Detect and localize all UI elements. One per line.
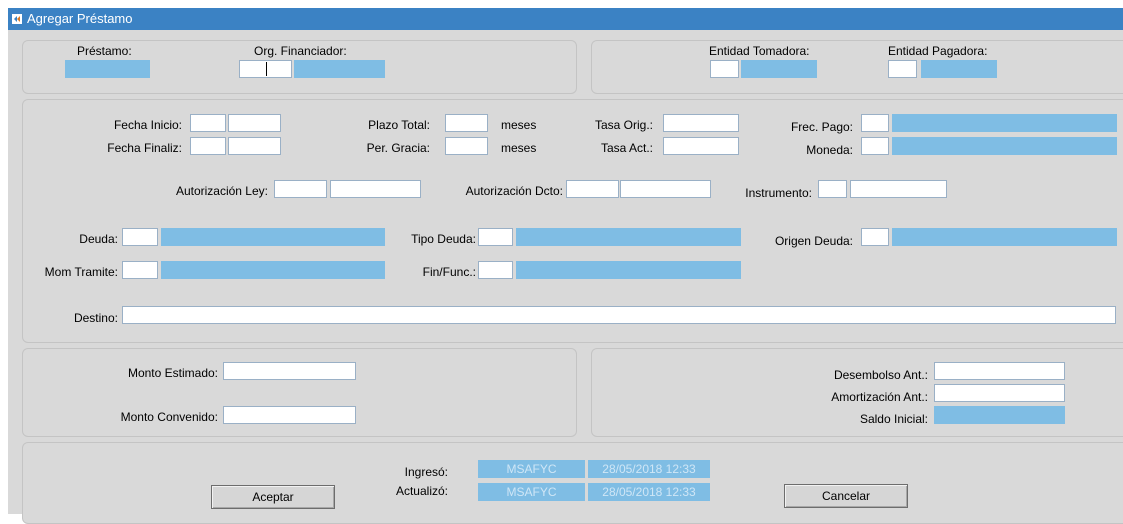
- mom-tramite-label: Mom Tramite:: [44, 265, 118, 279]
- fecha-inicio-date-input[interactable]: [228, 114, 281, 132]
- cancelar-button[interactable]: Cancelar: [784, 484, 908, 508]
- moneda-name-field[interactable]: [892, 137, 1117, 155]
- tasa-act-input[interactable]: [663, 137, 739, 155]
- tasa-orig-label: Tasa Orig.:: [594, 118, 653, 132]
- frec-pago-code-input[interactable]: [861, 114, 889, 132]
- autorizacion-dcto-label: Autorización Dcto:: [465, 184, 563, 198]
- entidad-tomadora-label: Entidad Tomadora:: [709, 44, 810, 58]
- fin-func-label: Fin/Func.:: [422, 265, 476, 279]
- mom-tramite-code-input[interactable]: [122, 261, 158, 279]
- actualizo-user-field: MSAFYC: [478, 483, 585, 501]
- deuda-label: Deuda:: [79, 232, 118, 246]
- moneda-label: Moneda:: [806, 143, 853, 157]
- saldo-inicial-field[interactable]: [934, 406, 1065, 424]
- desembolso-ant-input[interactable]: [934, 362, 1065, 380]
- entidad-tomadora-code-input[interactable]: [710, 60, 739, 78]
- destino-label: Destino:: [73, 311, 118, 325]
- meses-label-1: meses: [501, 118, 537, 132]
- prestamo-label: Préstamo:: [77, 44, 132, 58]
- instrumento-number-input[interactable]: [850, 180, 947, 198]
- autorizacion-dcto-code-input[interactable]: [566, 180, 619, 198]
- deuda-code-input[interactable]: [122, 228, 158, 246]
- ingreso-user-field: MSAFYC: [478, 460, 585, 478]
- origen-deuda-label: Origen Deuda:: [774, 234, 853, 248]
- monto-convenido-input[interactable]: [223, 406, 356, 424]
- frec-pago-name-field[interactable]: [892, 114, 1117, 132]
- autorizacion-ley-number-input[interactable]: [330, 180, 421, 198]
- fecha-finaliz-label: Fecha Finaliz:: [107, 141, 182, 155]
- text-cursor: [266, 62, 267, 76]
- app-window-icon: [12, 14, 22, 24]
- tipo-deuda-label: Tipo Deuda:: [411, 232, 476, 246]
- per-gracia-label: Per. Gracia:: [366, 141, 430, 155]
- plazo-total-input[interactable]: [445, 114, 488, 132]
- fecha-finaliz-day-input[interactable]: [190, 137, 226, 155]
- entidades-panel: [591, 40, 1123, 94]
- tasa-orig-input[interactable]: [663, 114, 739, 132]
- fin-func-name-field[interactable]: [516, 261, 741, 279]
- destino-input[interactable]: [122, 306, 1116, 324]
- fecha-finaliz-date-input[interactable]: [228, 137, 281, 155]
- monto-convenido-label: Monto Convenido:: [120, 410, 218, 424]
- amortizacion-ant-label: Amortización Ant.:: [831, 390, 928, 404]
- instrumento-code-input[interactable]: [818, 180, 847, 198]
- origen-deuda-code-input[interactable]: [861, 228, 889, 246]
- tasa-act-label: Tasa Act.:: [600, 141, 653, 155]
- per-gracia-input[interactable]: [445, 137, 488, 155]
- entidad-tomadora-name-field[interactable]: [741, 60, 817, 78]
- entidad-pagadora-code-input[interactable]: [888, 60, 917, 78]
- autorizacion-ley-label: Autorización Ley:: [175, 184, 268, 198]
- meses-label-2: meses: [501, 141, 537, 155]
- ingreso-label: Ingresó:: [404, 465, 448, 479]
- autorizacion-dcto-number-input[interactable]: [620, 180, 711, 198]
- fecha-inicio-label: Fecha Inicio:: [113, 118, 182, 132]
- tipo-deuda-code-input[interactable]: [478, 228, 513, 246]
- entidad-pagadora-name-field[interactable]: [921, 60, 997, 78]
- actualizo-date-field: 28/05/2018 12:33: [588, 483, 710, 501]
- deuda-name-field[interactable]: [161, 228, 385, 246]
- frec-pago-label: Frec. Pago:: [790, 120, 853, 134]
- title-bar: Agregar Préstamo: [8, 8, 1123, 30]
- moneda-code-input[interactable]: [861, 137, 889, 155]
- entidad-pagadora-label: Entidad Pagadora:: [888, 44, 988, 58]
- org-financiador-name-field[interactable]: [294, 60, 385, 78]
- agregar-prestamo-window: Agregar Préstamo Préstamo: Org. Financia…: [8, 8, 1123, 524]
- saldo-inicial-label: Saldo Inicial:: [859, 412, 928, 426]
- amortizacion-ant-input[interactable]: [934, 384, 1065, 402]
- window-title: Agregar Préstamo: [27, 11, 133, 26]
- ingreso-date-field: 28/05/2018 12:33: [588, 460, 710, 478]
- instrumento-label: Instrumento:: [745, 186, 812, 200]
- org-financiador-label: Org. Financiador:: [254, 44, 347, 58]
- desembolso-ant-label: Desembolso Ant.:: [833, 368, 928, 382]
- mom-tramite-name-field[interactable]: [161, 261, 385, 279]
- monto-estimado-input[interactable]: [223, 362, 356, 380]
- fecha-inicio-day-input[interactable]: [190, 114, 226, 132]
- aceptar-button[interactable]: Aceptar: [211, 485, 335, 509]
- tipo-deuda-name-field[interactable]: [516, 228, 741, 246]
- prestamo-field[interactable]: [65, 60, 150, 78]
- plazo-total-label: Plazo Total:: [368, 118, 430, 132]
- monto-estimado-label: Monto Estimado:: [127, 366, 218, 380]
- autorizacion-ley-code-input[interactable]: [274, 180, 327, 198]
- origen-deuda-name-field[interactable]: [892, 228, 1117, 246]
- actualizo-label: Actualizó:: [395, 484, 448, 498]
- fin-func-code-input[interactable]: [478, 261, 513, 279]
